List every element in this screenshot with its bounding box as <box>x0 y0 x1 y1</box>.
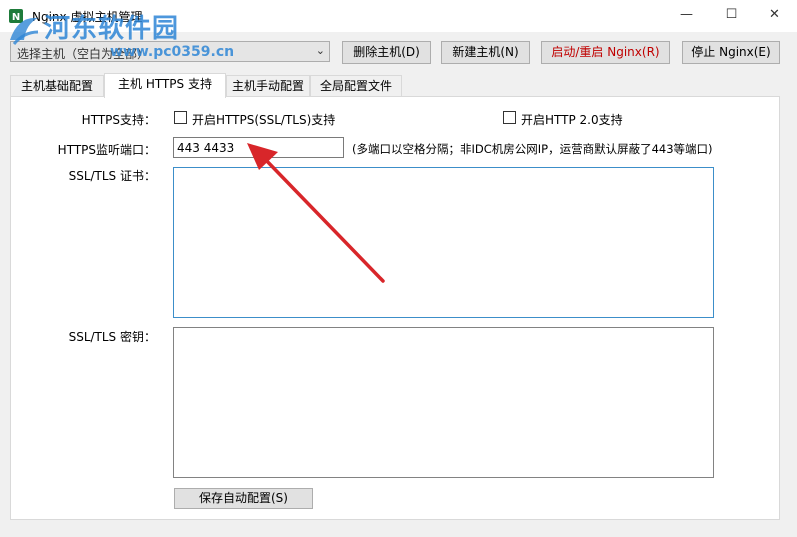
stop-nginx-button[interactable]: 停止 Nginx(E) <box>682 41 780 64</box>
minimize-button[interactable]: — <box>664 0 709 30</box>
https-support-label: HTTPS支持： <box>81 113 156 127</box>
http2-enable-checkbox[interactable] <box>503 111 516 124</box>
https-port-label: HTTPS监听端口： <box>57 143 156 157</box>
watermark-url: www.pc0359.cn <box>110 44 235 60</box>
chevron-down-icon: ⌄ <box>315 44 325 57</box>
https-port-input[interactable] <box>173 137 344 158</box>
ssl-key-textarea[interactable] <box>173 327 714 478</box>
tab-global-config[interactable]: 全局配置文件 <box>310 75 402 96</box>
close-button[interactable]: ✕ <box>752 0 797 30</box>
delete-host-button[interactable]: 删除主机(D) <box>342 41 431 64</box>
https-enable-label[interactable]: 开启HTTPS(SSL/TLS)支持 <box>192 111 335 128</box>
https-port-hint: (多端口以空格分隔；非IDC机房公网IP，运营商默认屏蔽了443等端口) <box>352 142 713 156</box>
maximize-button[interactable]: ☐ <box>709 0 754 30</box>
new-host-button[interactable]: 新建主机(N) <box>441 41 530 64</box>
http2-enable-label[interactable]: 开启HTTP 2.0支持 <box>521 111 623 128</box>
save-config-button[interactable]: 保存自动配置(S) <box>174 488 313 509</box>
restart-nginx-button[interactable]: 启动/重启 Nginx(R) <box>541 41 670 64</box>
https-enable-checkbox[interactable] <box>174 111 187 124</box>
tab-host-https[interactable]: 主机 HTTPS 支持 <box>104 73 226 98</box>
ssl-cert-textarea[interactable] <box>173 167 714 318</box>
ssl-key-label: SSL/TLS 密钥： <box>68 330 156 344</box>
watermark-logo-icon <box>10 17 39 45</box>
tab-host-basic[interactable]: 主机基础配置 <box>10 75 104 96</box>
tab-host-manual[interactable]: 主机手动配置 <box>226 75 310 96</box>
watermark-text: 河东软件园 <box>44 14 180 44</box>
ssl-cert-label: SSL/TLS 证书： <box>68 169 156 183</box>
